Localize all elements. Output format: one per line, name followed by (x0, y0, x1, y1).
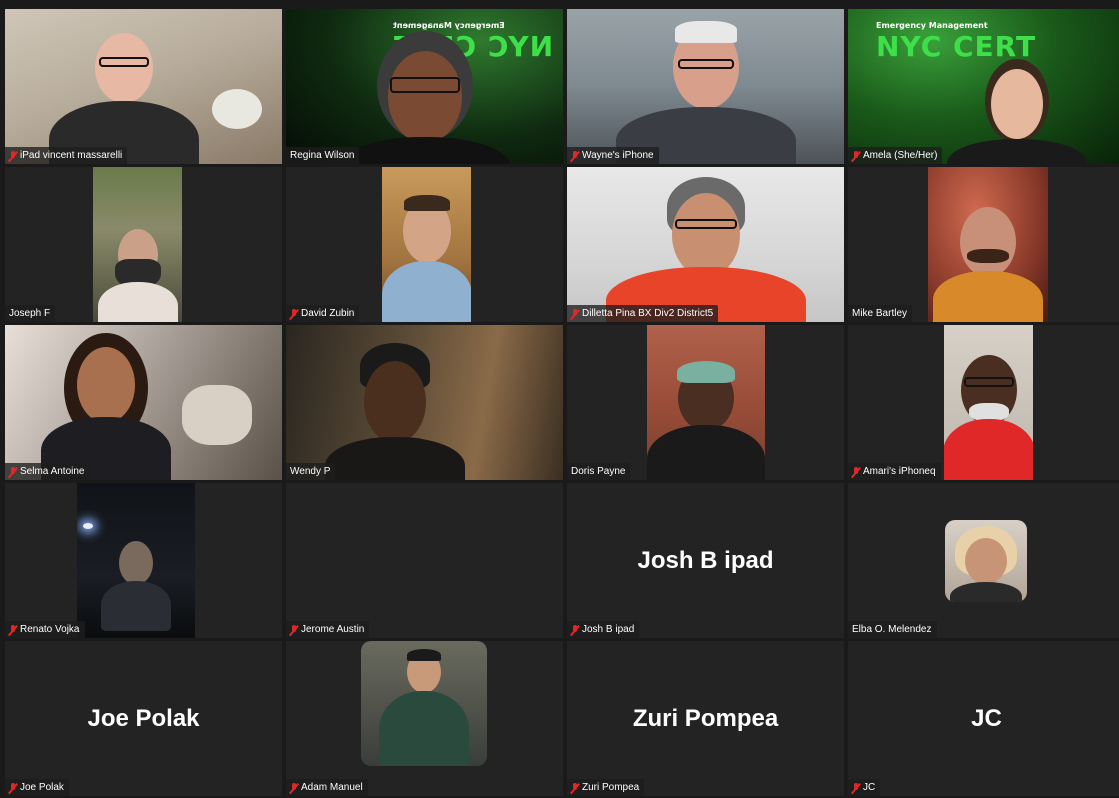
participant-tile[interactable]: Adam Manuel (286, 641, 563, 796)
participant-tile[interactable]: Elba O. Melendez (848, 483, 1119, 638)
participant-name: Adam Manuel (301, 782, 363, 793)
participant-tile[interactable]: Dilletta Pina BX Div2 District5 (567, 167, 844, 322)
participant-name: Dilletta Pina BX Div2 District5 (582, 308, 714, 319)
participant-tile[interactable]: Amari's iPhoneq (848, 325, 1119, 480)
participant-display-name: Joe Polak (87, 704, 200, 732)
mic-muted-icon (9, 782, 17, 793)
video-grid: iPad vincent massarelli Emergency Manage… (5, 9, 1119, 796)
participant-name: Renato Vojka (20, 624, 80, 635)
participant-tile[interactable]: Emergency Management NYC CERT Amela (She… (848, 9, 1119, 164)
mic-muted-icon (290, 624, 298, 635)
participant-name: Jerome Austin (301, 624, 365, 635)
participant-name: Wayne's iPhone (582, 150, 654, 161)
participant-tile[interactable]: iPad vincent massarelli (5, 9, 282, 164)
participant-name-label: Adam Manuel (286, 779, 368, 796)
participant-name-label: Zuri Pompea (567, 779, 645, 796)
participant-tile[interactable]: Wayne's iPhone (567, 9, 844, 164)
participant-name: Regina Wilson (290, 150, 355, 161)
participant-name: David Zubin (301, 308, 355, 319)
participant-name: Wendy P (290, 466, 331, 477)
participant-tile[interactable]: Zuri Pompea Zuri Pompea (567, 641, 844, 796)
participant-display-name: Josh B ipad (637, 546, 774, 574)
participant-tile[interactable]: Mike Bartley (848, 167, 1119, 322)
participant-video (567, 9, 844, 164)
participant-name-label: Elba O. Melendez (848, 621, 937, 638)
participant-tile[interactable]: Joe Polak Joe Polak (5, 641, 282, 796)
participant-name: Amari's iPhoneq (863, 466, 936, 477)
participant-tile[interactable]: Joseph F (5, 167, 282, 322)
participant-name: Mike Bartley (852, 308, 908, 319)
participant-name-label: iPad vincent massarelli (5, 147, 128, 164)
participant-name-label: Joe Polak (5, 779, 69, 796)
participant-name: Joseph F (9, 308, 51, 319)
participant-name-label: Joseph F (5, 305, 56, 322)
mic-muted-icon (571, 782, 579, 793)
participant-video: Emergency Management NYC CERT (848, 9, 1119, 164)
background-logo: Emergency Management NYC CERT (876, 21, 1037, 63)
participant-video (928, 167, 1048, 322)
participant-name: Doris Payne (571, 466, 626, 477)
participant-name-label: Doris Payne (567, 463, 631, 480)
participant-tile[interactable]: Wendy P (286, 325, 563, 480)
participant-tile[interactable]: Selma Antoine (5, 325, 282, 480)
participant-name-label: Dilletta Pina BX Div2 District5 (567, 305, 719, 322)
participant-video (5, 325, 282, 480)
mic-muted-icon (852, 466, 860, 477)
participant-video (93, 167, 182, 322)
participant-video: Emergency Management NYC CERT (286, 9, 563, 164)
mic-muted-icon (852, 782, 860, 793)
participant-name-label: Amela (She/Her) (848, 147, 943, 164)
participant-name: Amela (She/Her) (863, 150, 938, 161)
participant-video (647, 325, 765, 480)
participant-avatar (361, 641, 487, 766)
mic-muted-icon (9, 624, 17, 635)
participant-tile[interactable]: Jerome Austin (286, 483, 563, 638)
mic-muted-icon (571, 308, 579, 319)
mic-muted-icon (290, 782, 298, 793)
participant-video (286, 325, 563, 480)
participant-avatar (945, 520, 1027, 602)
participant-name-label: Wayne's iPhone (567, 147, 659, 164)
participant-tile[interactable]: JC JC (848, 641, 1119, 796)
participant-name-label: Selma Antoine (5, 463, 90, 480)
participant-name-label: Mike Bartley (848, 305, 913, 322)
participant-video (5, 9, 282, 164)
participant-video (382, 167, 471, 322)
participant-tile[interactable]: Renato Vojka (5, 483, 282, 638)
participant-name-label: David Zubin (286, 305, 360, 322)
participant-tile[interactable]: Doris Payne (567, 325, 844, 480)
participant-name: JC (863, 782, 876, 793)
participant-name-label: Josh B ipad (567, 621, 640, 638)
mic-muted-icon (9, 150, 17, 161)
participant-name: Josh B ipad (582, 624, 635, 635)
participant-name-label: Regina Wilson (286, 147, 360, 164)
mic-muted-icon (9, 466, 17, 477)
participant-tile-active-speaker[interactable]: Emergency Management NYC CERT Regina Wil… (286, 9, 563, 164)
participant-name-label: JC (848, 779, 881, 796)
participant-name-label: Amari's iPhoneq (848, 463, 941, 480)
participant-display-name: Zuri Pompea (632, 704, 779, 732)
participant-name-label: Renato Vojka (5, 621, 85, 638)
participant-name: Zuri Pompea (582, 782, 640, 793)
participant-name: Elba O. Melendez (852, 624, 932, 635)
mic-muted-icon (571, 150, 579, 161)
participant-name-label: Jerome Austin (286, 621, 370, 638)
participant-video (944, 325, 1033, 480)
participant-display-name: JC (971, 704, 1002, 732)
mic-muted-icon (290, 308, 298, 319)
participant-name: Selma Antoine (20, 466, 85, 477)
participant-video (567, 167, 844, 322)
mic-muted-icon (852, 150, 860, 161)
participant-name-label: Wendy P (286, 463, 336, 480)
participant-name: Joe Polak (20, 782, 64, 793)
participant-video (77, 483, 195, 638)
participant-tile[interactable]: Josh B ipad Josh B ipad (567, 483, 844, 638)
participant-name: iPad vincent massarelli (20, 150, 123, 161)
participant-tile[interactable]: David Zubin (286, 167, 563, 322)
mic-muted-icon (571, 624, 579, 635)
